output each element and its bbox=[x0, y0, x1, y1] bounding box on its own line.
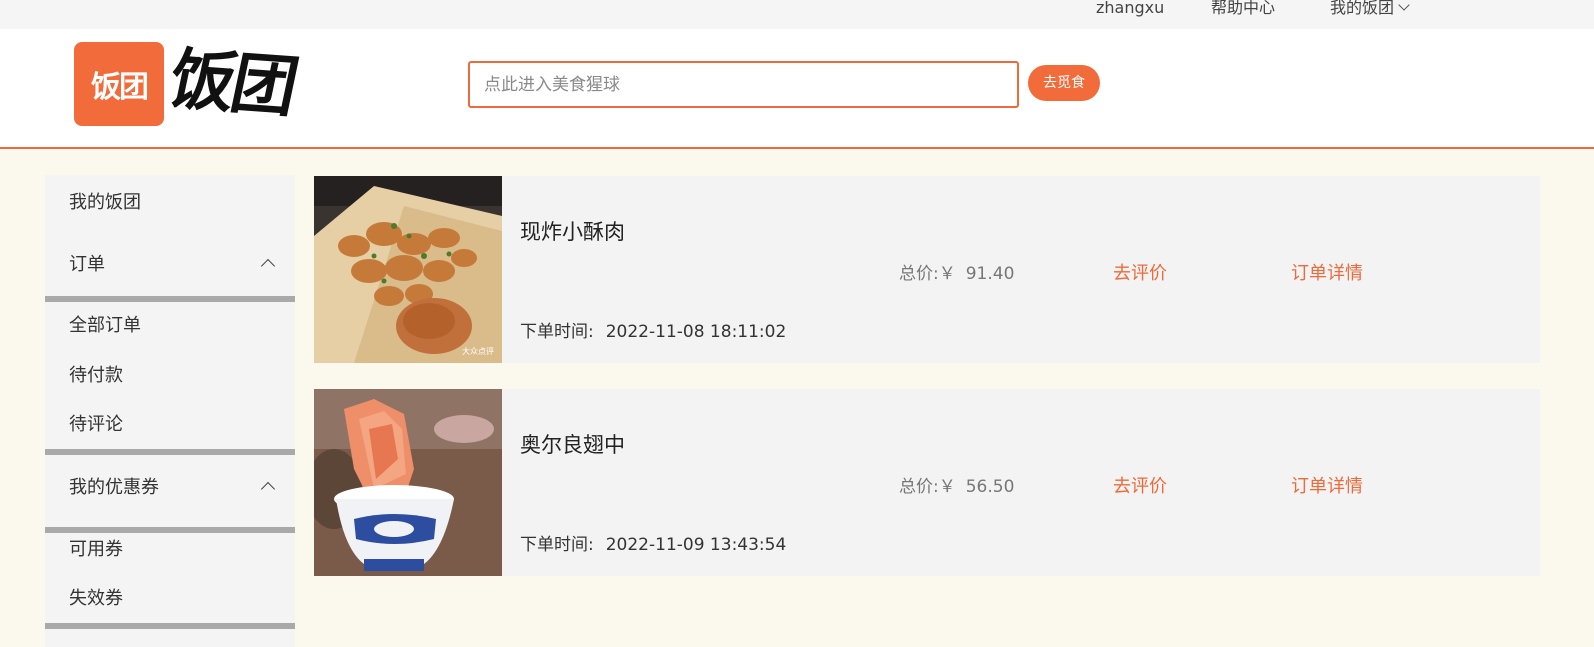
search-input[interactable] bbox=[468, 61, 1019, 108]
site-header: 饭团 饭团 去觅食 bbox=[0, 29, 1594, 149]
photo-watermark: 大众点评 bbox=[462, 346, 494, 356]
sidebar-item-expired-coupons[interactable]: 失效券 bbox=[45, 579, 295, 619]
fried-pork-photo[interactable]: 大众点评 bbox=[314, 176, 502, 363]
price-label: 总价:￥ bbox=[899, 264, 956, 284]
sidebar-item-my-fantuan[interactable]: 我的饭团 bbox=[45, 183, 295, 223]
sidebar-section-coupons-label: 我的优惠券 bbox=[69, 477, 159, 498]
order-total-price: 总价:￥ 56.50 bbox=[899, 472, 1014, 497]
my-fantuan-menu[interactable]: 我的饭团 bbox=[1330, 0, 1410, 17]
order-total-price: 总价:￥ 91.40 bbox=[899, 259, 1014, 284]
top-utility-bar: zhangxu 帮助中心 我的饭团 bbox=[0, 0, 1594, 29]
logo-badge[interactable]: 饭团 bbox=[74, 42, 164, 126]
review-link[interactable]: 去评价 bbox=[1113, 472, 1167, 498]
search-button[interactable]: 去觅食 bbox=[1028, 65, 1100, 101]
order-dish-name[interactable]: 现炸小酥肉 bbox=[520, 216, 625, 246]
order-time: 下单时间: 2022-11-09 13:43:54 bbox=[520, 530, 786, 555]
sidebar-item-pending-review[interactable]: 待评论 bbox=[45, 405, 295, 445]
sidebar-item-pending-payment[interactable]: 待付款 bbox=[45, 356, 295, 396]
sidebar-section-orders[interactable]: 订单 bbox=[45, 245, 295, 285]
order-time-value: 2022-11-09 13:43:54 bbox=[605, 535, 787, 555]
price-label: 总价:￥ bbox=[899, 477, 956, 497]
chevron-up-icon bbox=[260, 481, 276, 497]
username-link[interactable]: zhangxu bbox=[1096, 0, 1164, 16]
logo-wordmark: 饭团 bbox=[162, 39, 302, 126]
logo-badge-text: 饭团 bbox=[91, 70, 149, 105]
sidebar-item-valid-coupons[interactable]: 可用券 bbox=[45, 530, 295, 570]
order-time-value: 2022-11-08 18:11:02 bbox=[605, 322, 787, 342]
chicken-wings-photo[interactable] bbox=[314, 389, 502, 576]
price-amount: 56.50 bbox=[965, 477, 1015, 497]
account-sidebar: 我的饭团 订单 全部订单 待付款 待评论 我的优惠券 可用券 失效券 bbox=[45, 175, 295, 647]
sidebar-divider bbox=[45, 296, 295, 302]
review-link[interactable]: 去评价 bbox=[1113, 259, 1167, 285]
order-time: 下单时间: 2022-11-08 18:11:02 bbox=[520, 317, 786, 342]
order-detail-link[interactable]: 订单详情 bbox=[1291, 472, 1363, 498]
sidebar-divider bbox=[45, 449, 295, 455]
order-detail-link[interactable]: 订单详情 bbox=[1291, 259, 1363, 285]
my-fantuan-menu-label: 我的饭团 bbox=[1330, 0, 1395, 17]
order-time-label: 下单时间: bbox=[520, 535, 594, 555]
price-amount: 91.40 bbox=[965, 264, 1015, 284]
sidebar-section-orders-label: 订单 bbox=[69, 254, 105, 275]
order-dish-name[interactable]: 奥尔良翅中 bbox=[520, 429, 625, 459]
sidebar-section-coupons[interactable]: 我的优惠券 bbox=[45, 468, 295, 508]
sidebar-item-all-orders[interactable]: 全部订单 bbox=[45, 306, 295, 346]
order-time-label: 下单时间: bbox=[520, 322, 594, 342]
order-card: 大众点评 现炸小酥肉 总价:￥ 91.40 去评价 订单详情 下单时间: 2022-… bbox=[314, 176, 1540, 363]
help-center-link[interactable]: 帮助中心 bbox=[1211, 0, 1275, 16]
chevron-up-icon bbox=[260, 258, 276, 274]
chevron-down-icon bbox=[1398, 0, 1410, 11]
sidebar-divider bbox=[45, 623, 295, 629]
order-card: 奥尔良翅中 总价:￥ 56.50 去评价 订单详情 下单时间: 2022-11-09… bbox=[314, 389, 1540, 576]
